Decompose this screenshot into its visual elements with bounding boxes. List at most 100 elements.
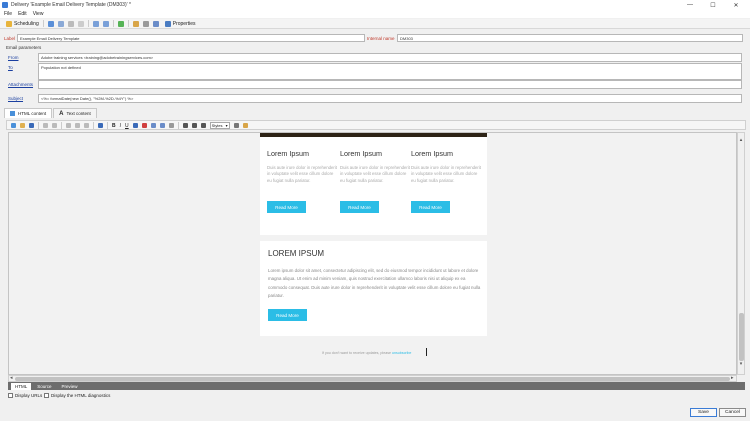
toolbar-separator <box>42 20 44 27</box>
toolbar-separator <box>61 121 62 129</box>
menu-bar: File Edit View <box>0 10 750 18</box>
horizontal-scroll-thumb[interactable] <box>15 377 730 381</box>
attachments-list[interactable] <box>38 80 742 89</box>
display-urls-checkbox[interactable] <box>8 393 13 398</box>
highlight-icon[interactable] <box>141 122 147 128</box>
read-more-button[interactable]: Read More <box>268 309 307 321</box>
horizontal-scrollbar[interactable]: ◂ ▸ <box>8 375 737 382</box>
html-diagnostics-option[interactable]: Display the HTML diagnostics <box>44 393 110 398</box>
font-color-icon[interactable] <box>132 122 138 128</box>
tab-html-content[interactable]: HTML content <box>4 108 53 118</box>
column-3[interactable]: Lorem Ipsum Duis aute irure dolor in rep… <box>411 149 481 184</box>
from-input[interactable]: Adobe training services <training@adobet… <box>38 53 742 62</box>
subject-link[interactable]: Subject <box>8 96 23 101</box>
vertical-scroll-thumb[interactable] <box>739 313 744 361</box>
new-icon[interactable] <box>11 122 16 128</box>
redo-icon[interactable] <box>102 20 109 27</box>
toolbar-separator <box>87 20 89 27</box>
display-urls-option[interactable]: Display URLs <box>8 393 42 398</box>
save-button[interactable]: Save <box>690 408 717 417</box>
image-icon[interactable] <box>159 122 165 128</box>
find-icon[interactable] <box>98 122 103 128</box>
text-section-block[interactable]: LOREM IPSUM Lorem ipsum dolor sit amet, … <box>260 241 487 336</box>
attachments-link[interactable]: Attachments <box>8 82 33 87</box>
read-more-button[interactable]: Read More <box>267 201 306 213</box>
copy-icon[interactable] <box>75 122 80 128</box>
vertical-scrollbar[interactable]: ▴ ▾ <box>737 132 745 375</box>
link-icon[interactable] <box>142 20 149 27</box>
proof-icon[interactable] <box>57 20 64 27</box>
tab-text-content[interactable]: A Text content <box>53 108 97 118</box>
personalize-icon[interactable] <box>132 20 139 27</box>
column-text: Duis aute irure dolor in reprehenderit i… <box>411 165 481 183</box>
subject-input[interactable]: <%= formatDate(new Date(), "%2M-%2D-%4Y"… <box>38 94 742 103</box>
editor-toolbar: B I U Styles ▾ <box>6 120 746 130</box>
cut-icon[interactable] <box>66 122 71 128</box>
undo-icon[interactable] <box>43 122 48 128</box>
open-icon[interactable] <box>20 122 25 128</box>
bold-icon[interactable]: B <box>112 123 116 129</box>
internal-name-input[interactable]: DM303 <box>397 34 743 42</box>
menu-view[interactable]: View <box>33 11 44 17</box>
column-heading: Lorem Ipsum <box>411 149 453 158</box>
toolbar-separator <box>93 121 94 129</box>
menu-edit[interactable]: Edit <box>18 11 27 17</box>
menu-file[interactable]: File <box>4 11 12 17</box>
chevron-down-icon: ▾ <box>225 122 228 128</box>
toolbar-separator <box>38 121 39 129</box>
html-diagnostics-label: Display the HTML diagnostics <box>51 393 111 398</box>
personalization-icon[interactable] <box>242 122 248 128</box>
scroll-down-icon[interactable]: ▾ <box>738 361 744 367</box>
main-toolbar: Scheduling Properties <box>0 19 750 29</box>
align-left-icon[interactable] <box>182 122 188 128</box>
display-urls-label: Display URLs <box>15 393 43 398</box>
column-1[interactable]: Lorem Ipsum Duis aute irure dolor in rep… <box>267 149 337 184</box>
redo-icon[interactable] <box>52 122 57 128</box>
underline-icon[interactable]: U <box>125 123 129 129</box>
tab-preview[interactable]: Preview <box>58 383 82 390</box>
scroll-left-icon[interactable]: ◂ <box>10 375 13 381</box>
align-center-icon[interactable] <box>191 122 197 128</box>
cancel-button[interactable]: Cancel <box>719 408 746 417</box>
link-icon[interactable] <box>150 122 156 128</box>
unsubscribe-link[interactable]: unsubscribe <box>392 351 411 355</box>
text-cursor <box>426 348 427 356</box>
label-input[interactable]: Example Email Delivery Template <box>17 34 365 42</box>
maximize-button[interactable]: ☐ <box>702 0 724 10</box>
to-input[interactable]: Population not defined <box>38 63 742 80</box>
scheduling-label: Scheduling <box>14 20 39 27</box>
align-right-icon[interactable] <box>200 122 206 128</box>
properties-button[interactable]: Properties <box>161 20 198 28</box>
tab-source[interactable]: Source <box>33 383 55 390</box>
html-editor-canvas[interactable]: Lorem Ipsum Duis aute irure dolor in rep… <box>8 132 737 375</box>
scroll-right-icon[interactable]: ▸ <box>731 375 734 381</box>
read-more-button[interactable]: Read More <box>411 201 450 213</box>
save-icon[interactable] <box>29 122 34 128</box>
minimize-button[interactable]: — <box>679 0 701 10</box>
close-window-button[interactable]: ✕ <box>725 0 747 10</box>
table-icon[interactable] <box>168 122 174 128</box>
read-more-button[interactable]: Read More <box>340 201 379 213</box>
image-icon[interactable] <box>152 20 159 27</box>
column-2[interactable]: Lorem Ipsum Duis aute irure dolor in rep… <box>340 149 410 184</box>
audience-icon[interactable] <box>47 20 54 27</box>
from-link[interactable]: From <box>8 55 19 60</box>
preview-icon[interactable] <box>67 20 74 27</box>
undo-icon[interactable] <box>92 20 99 27</box>
scheduling-button[interactable]: Scheduling <box>2 20 41 28</box>
refresh-icon[interactable] <box>117 20 124 27</box>
three-column-block[interactable]: Lorem Ipsum Duis aute irure dolor in rep… <box>260 133 487 235</box>
italic-icon[interactable]: I <box>120 123 121 129</box>
html-diagnostics-checkbox[interactable] <box>44 393 49 398</box>
styles-dropdown[interactable]: Styles ▾ <box>209 121 230 129</box>
internal-name-caption: Internal name <box>367 36 395 41</box>
scroll-up-icon[interactable]: ▴ <box>738 137 744 143</box>
html-icon <box>10 111 15 116</box>
source-icon[interactable] <box>233 122 239 128</box>
to-link[interactable]: To <box>8 65 13 70</box>
email-params-heading: Email parameters <box>6 45 42 50</box>
unsubscribe-text: If you don't want to receive updates, pl… <box>322 351 392 355</box>
tab-html[interactable]: HTML <box>11 382 32 390</box>
paste-icon[interactable] <box>84 122 89 128</box>
delete-icon[interactable] <box>77 20 84 27</box>
